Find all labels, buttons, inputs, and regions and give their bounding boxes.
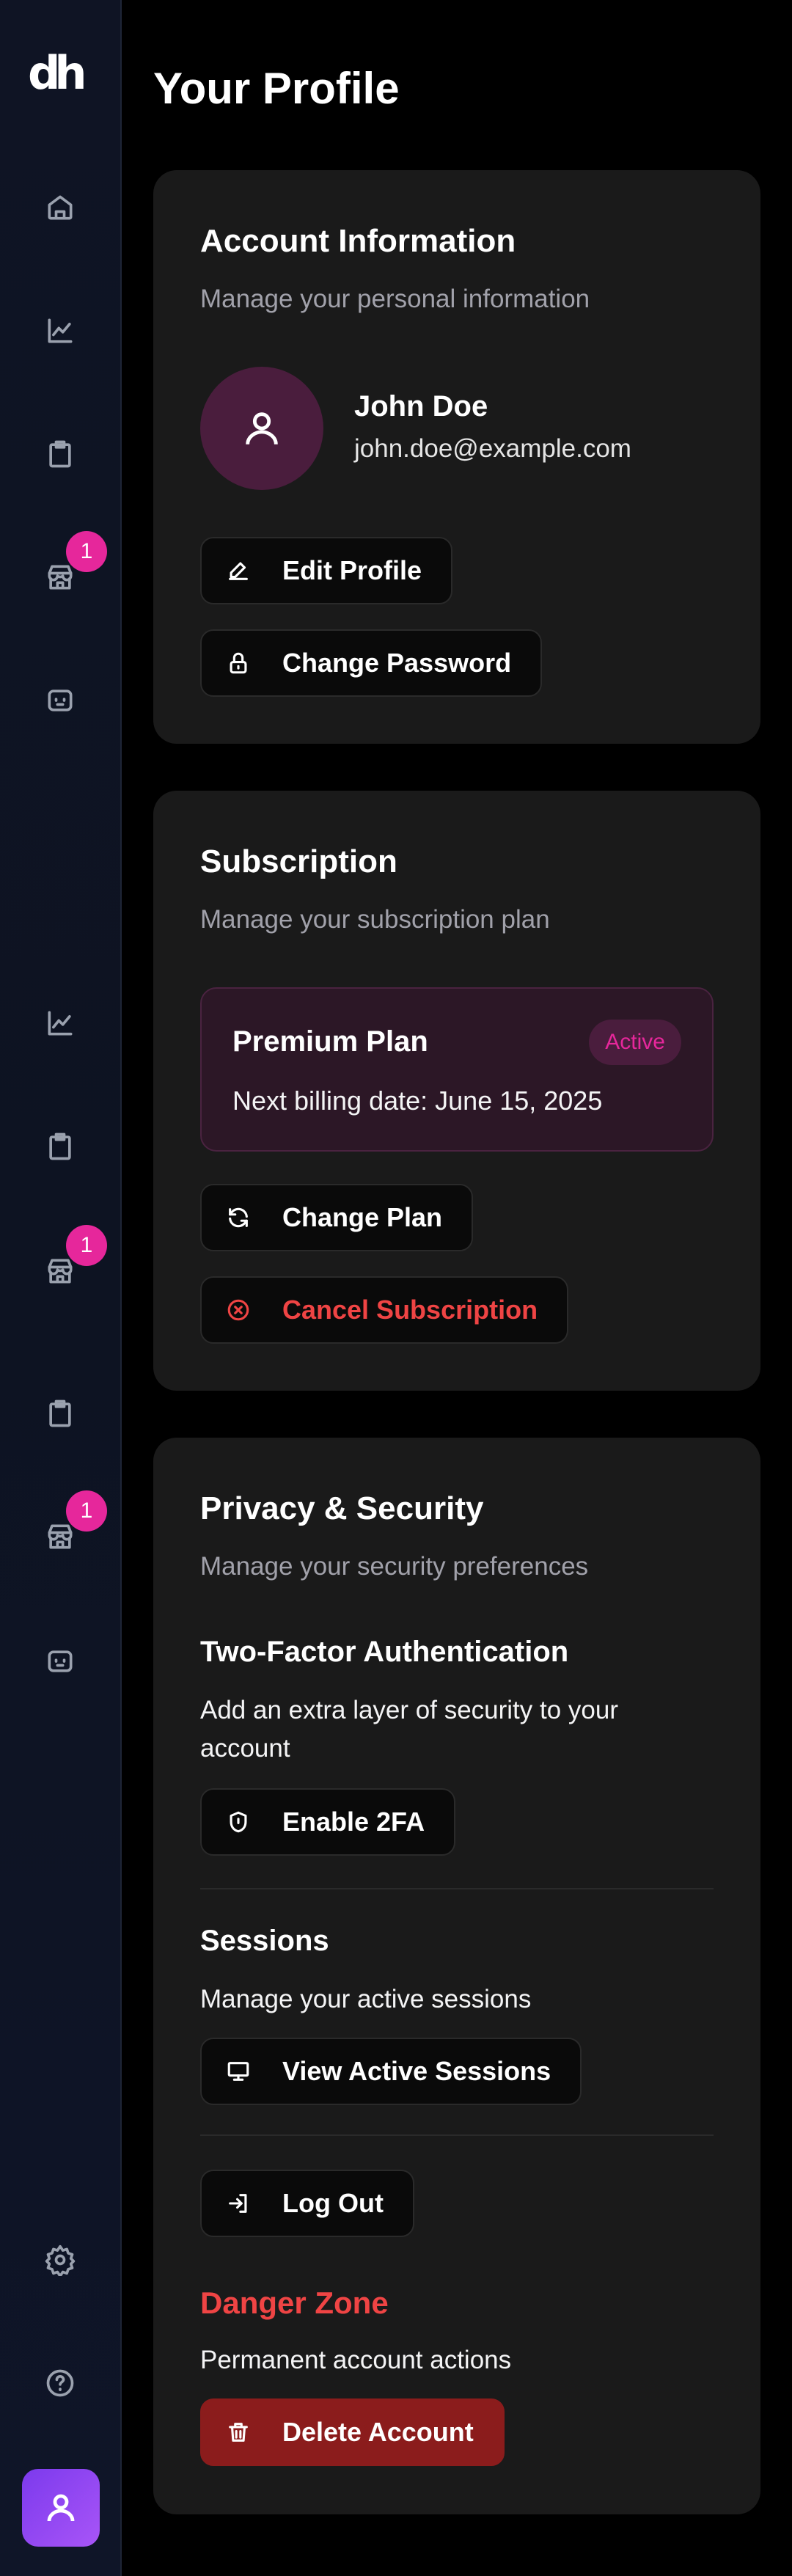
logout-icon (225, 2190, 252, 2217)
status-badge: Active (589, 1020, 681, 1065)
view-sessions-button[interactable]: View Active Sessions (200, 2038, 582, 2105)
lock-icon (225, 650, 252, 676)
edit-profile-button[interactable]: Edit Profile (200, 537, 453, 604)
settings-icon[interactable] (40, 2240, 80, 2280)
card-subtitle: Manage your security preferences (200, 1552, 589, 1581)
sessions-title: Sessions (200, 1925, 329, 1957)
pencil-icon (225, 557, 252, 584)
trash-icon (225, 2419, 252, 2445)
refresh-icon (225, 1204, 252, 1231)
button-label: Enable 2FA (282, 1807, 425, 1837)
button-label: Change Plan (282, 1202, 443, 1232)
privacy-card: Privacy & Security Manage your security … (153, 1438, 760, 2514)
clipboard-icon[interactable] (40, 1127, 80, 1166)
user-avatar-button[interactable] (22, 2469, 100, 2547)
twofa-description: Add an extra layer of security to your a… (200, 1696, 618, 1763)
sidebar: dh 1 1 1 (0, 0, 122, 2576)
twofa-title: Two-Factor Authentication (200, 1636, 569, 1668)
card-title: Account Information (200, 223, 516, 259)
change-plan-button[interactable]: Change Plan (200, 1184, 474, 1251)
danger-zone-title: Danger Zone (200, 2286, 389, 2320)
shield-icon (225, 1809, 252, 1835)
profile-avatar (200, 367, 323, 490)
sessions-description: Manage your active sessions (200, 1985, 532, 2013)
chart-icon[interactable] (40, 1003, 80, 1043)
change-password-button[interactable]: Change Password (200, 629, 543, 697)
cancel-subscription-button[interactable]: Cancel Subscription (200, 1276, 569, 1344)
notification-badge: 1 (66, 1490, 107, 1532)
button-label: Delete Account (282, 2417, 474, 2447)
notification-badge: 1 (66, 1225, 107, 1266)
user-icon (246, 412, 278, 445)
button-label: Log Out (282, 2188, 384, 2218)
billing-date: Next billing date: June 15, 2025 (232, 1086, 603, 1116)
chart-icon[interactable] (40, 311, 80, 351)
home-icon[interactable] (40, 188, 80, 227)
clipboard-icon[interactable] (40, 1394, 80, 1433)
profile-email: john.doe@example.com (354, 434, 631, 463)
clipboard-icon[interactable] (40, 434, 80, 474)
card-subtitle: Manage your subscription plan (200, 905, 550, 934)
card-title: Subscription (200, 844, 397, 879)
button-label: View Active Sessions (282, 2056, 551, 2086)
page-title: Your Profile (153, 64, 400, 113)
x-circle-icon (225, 1297, 252, 1323)
divider (200, 1888, 714, 1889)
bot-icon[interactable] (40, 681, 80, 720)
app-logo[interactable]: dh (28, 47, 94, 100)
enable-2fa-button[interactable]: Enable 2FA (200, 1788, 456, 1856)
subscription-card: Subscription Manage your subscription pl… (153, 791, 760, 1391)
monitor-icon (225, 2058, 252, 2085)
divider (200, 2134, 714, 2136)
bot-icon[interactable] (40, 1642, 80, 1681)
plan-name: Premium Plan (232, 1025, 428, 1058)
account-card: Account Information Manage your personal… (153, 170, 760, 744)
danger-zone-description: Permanent account actions (200, 2346, 512, 2374)
button-label: Change Password (282, 648, 512, 678)
help-icon[interactable] (40, 2363, 80, 2403)
delete-account-button[interactable]: Delete Account (200, 2398, 505, 2466)
card-title: Privacy & Security (200, 1490, 484, 1526)
profile-name: John Doe (354, 390, 488, 422)
logout-button[interactable]: Log Out (200, 2170, 414, 2237)
button-label: Edit Profile (282, 555, 422, 585)
card-subtitle: Manage your personal information (200, 285, 590, 313)
button-label: Cancel Subscription (282, 1295, 538, 1325)
plan-box: Premium Plan Active Next billing date: J… (200, 987, 714, 1152)
notification-badge: 1 (66, 531, 107, 572)
